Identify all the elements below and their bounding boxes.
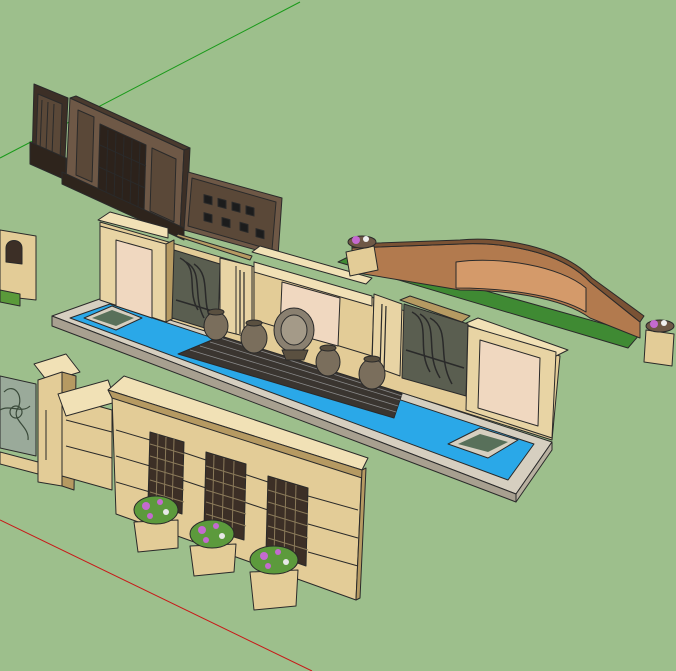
modeling-viewport[interactable] — [0, 0, 676, 671]
planter — [249, 545, 299, 611]
planter — [189, 519, 237, 577]
3d-scene[interactable] — [0, 0, 676, 671]
planter — [133, 495, 179, 553]
